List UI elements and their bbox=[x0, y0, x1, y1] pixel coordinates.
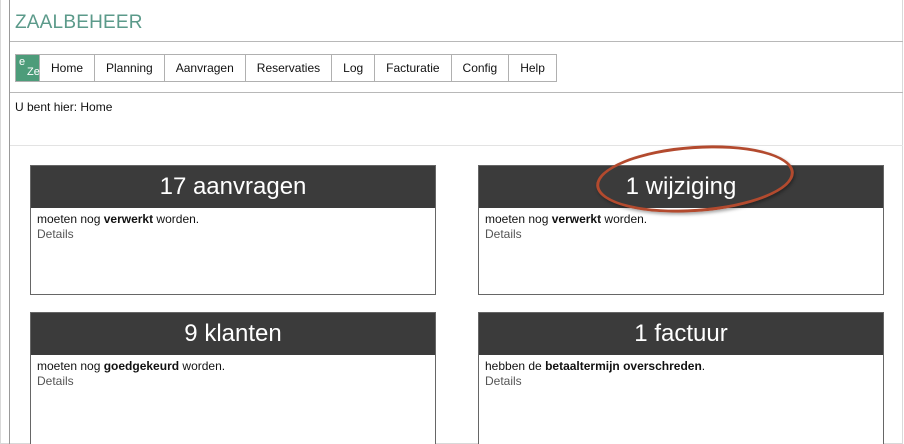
details-link[interactable]: Details bbox=[37, 227, 74, 241]
card-body: moeten nog verwerkt worden. Details bbox=[485, 212, 648, 241]
details-link[interactable]: Details bbox=[485, 374, 522, 388]
nav-item-facturatie[interactable]: Facturatie bbox=[375, 55, 452, 81]
nav-item-aanvragen[interactable]: Aanvragen bbox=[165, 55, 246, 81]
card-title[interactable]: 17 aanvragen bbox=[31, 166, 435, 208]
nav-item-config[interactable]: Config bbox=[452, 55, 510, 81]
card-wijziging: 1 wijziging moeten nog verwerkt worden. … bbox=[478, 165, 884, 295]
content-divider bbox=[10, 145, 903, 146]
nav-item-help[interactable]: Help bbox=[509, 55, 556, 81]
card-title[interactable]: 1 wijziging bbox=[479, 166, 883, 208]
card-title[interactable]: 1 factuur bbox=[479, 313, 883, 355]
card-factuur: 1 factuur hebben de betaaltermijn oversc… bbox=[478, 312, 884, 444]
card-title[interactable]: 9 klanten bbox=[31, 313, 435, 355]
details-link[interactable]: Details bbox=[485, 227, 522, 241]
card-klanten: 9 klanten moeten nog goedgekeurd worden.… bbox=[30, 312, 436, 444]
breadcrumb: U bent hier: Home bbox=[15, 100, 113, 114]
nav-item-reservaties[interactable]: Reservaties bbox=[246, 55, 333, 81]
left-border bbox=[9, 0, 10, 444]
card-body: moeten nog verwerkt worden. Details bbox=[37, 212, 200, 241]
nav-divider bbox=[10, 92, 903, 93]
app-logo-icon[interactable]: e Ze bbox=[16, 55, 40, 81]
nav-item-planning[interactable]: Planning bbox=[95, 55, 165, 81]
card-aanvragen: 17 aanvragen moeten nog verwerkt worden.… bbox=[30, 165, 436, 295]
app-title: ZAALBEHEER bbox=[15, 12, 143, 33]
header-divider bbox=[10, 41, 903, 42]
details-link[interactable]: Details bbox=[37, 374, 74, 388]
card-body: moeten nog goedgekeurd worden. Details bbox=[37, 359, 226, 388]
nav-item-log[interactable]: Log bbox=[332, 55, 376, 81]
card-body: hebben de betaaltermijn overschreden. De… bbox=[485, 359, 706, 388]
nav-item-home[interactable]: Home bbox=[40, 55, 96, 81]
main-nav: e Ze Home Planning Aanvragen Reservaties… bbox=[15, 54, 557, 82]
